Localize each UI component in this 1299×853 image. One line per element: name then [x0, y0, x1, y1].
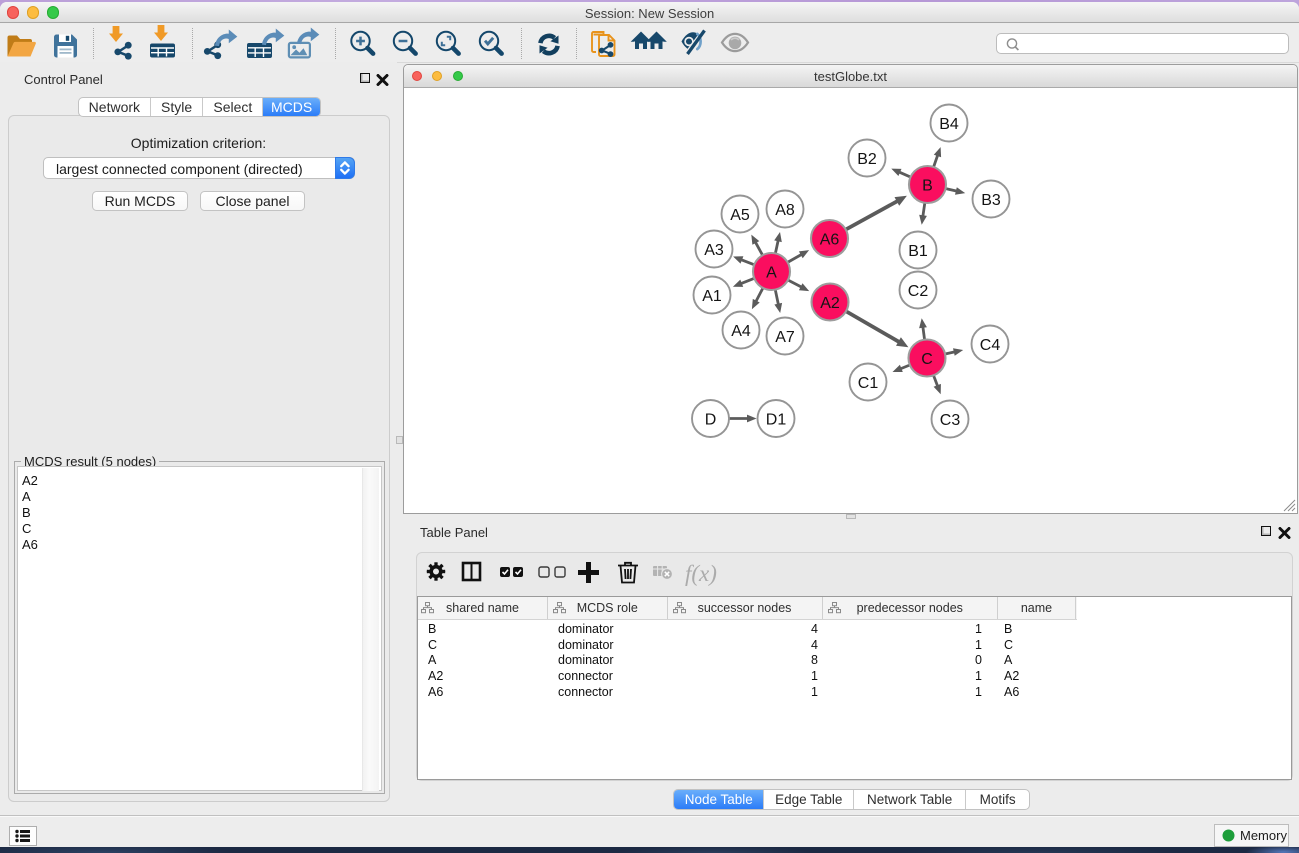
- svg-text:C2: C2: [908, 282, 929, 299]
- svg-text:B2: B2: [857, 150, 877, 167]
- svg-text:A: A: [766, 264, 777, 281]
- svg-text:A5: A5: [730, 206, 750, 223]
- svg-text:C1: C1: [858, 374, 879, 391]
- svg-text:C: C: [921, 350, 933, 367]
- svg-text:D1: D1: [766, 411, 787, 428]
- svg-text:B3: B3: [981, 191, 1001, 208]
- svg-text:D: D: [705, 411, 717, 428]
- svg-text:A3: A3: [704, 241, 724, 258]
- svg-text:A7: A7: [775, 328, 795, 345]
- svg-text:A6: A6: [820, 231, 840, 248]
- svg-text:C4: C4: [980, 336, 1001, 353]
- svg-text:B1: B1: [908, 242, 928, 259]
- svg-text:C3: C3: [940, 411, 961, 428]
- svg-text:A4: A4: [731, 322, 751, 339]
- svg-text:A8: A8: [775, 201, 795, 218]
- svg-text:A2: A2: [820, 294, 840, 311]
- svg-text:B: B: [922, 177, 933, 194]
- svg-text:A1: A1: [702, 287, 722, 304]
- svg-text:B4: B4: [939, 115, 959, 132]
- svg-text:f(x): f(x): [685, 561, 717, 586]
